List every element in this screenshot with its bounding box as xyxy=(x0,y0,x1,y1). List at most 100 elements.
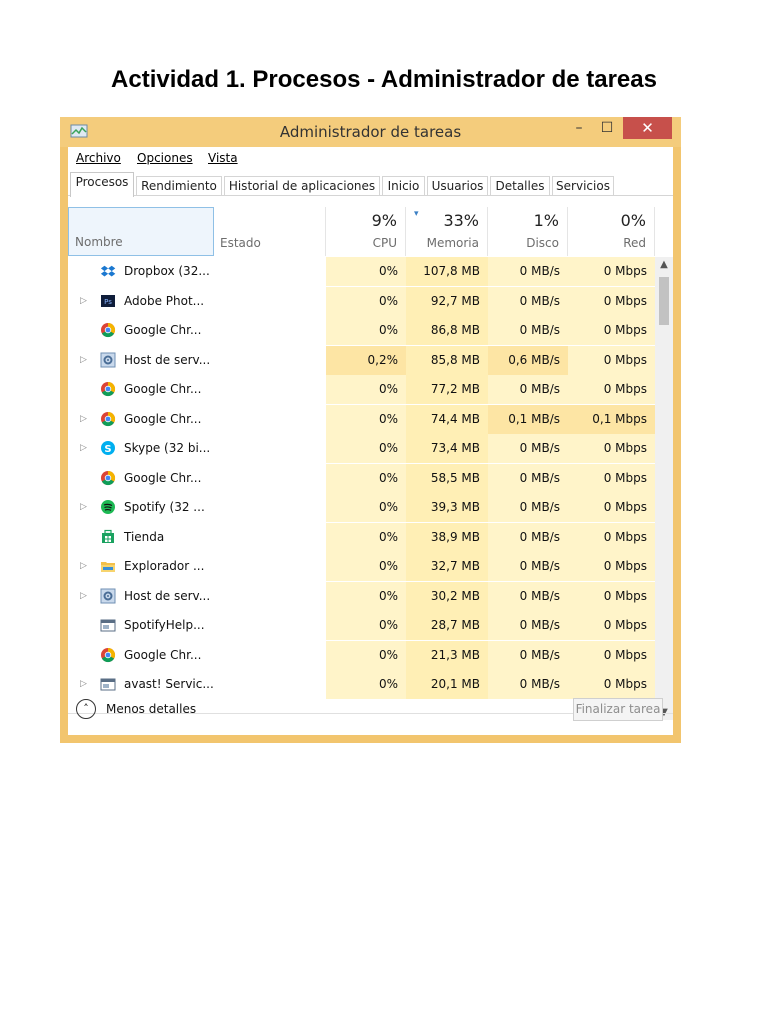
process-disk-value: 0 MB/s xyxy=(519,529,560,544)
vertical-scrollbar[interactable]: ▲ ▼ xyxy=(655,257,673,720)
process-row[interactable]: ▷ avast! Servic... 0% 20,1 MB 0 MB/s 0 Mbps xyxy=(68,670,658,699)
title-bar[interactable]: Administrador de tareas – ☐ ✕ xyxy=(60,117,681,147)
process-net-value: 0 Mbps xyxy=(603,293,647,308)
process-row[interactable]: ▷ Spotify (32 ... 0% 39,3 MB 0 MB/s 0 Mbps xyxy=(68,493,658,522)
process-row[interactable]: Google Chr... 0% 21,3 MB 0 MB/s 0 Mbps xyxy=(68,640,658,670)
column-header-name[interactable]: Nombre xyxy=(68,207,214,256)
process-row[interactable]: Google Chr... 0% 86,8 MB 0 MB/s 0 Mbps xyxy=(68,316,658,345)
process-cpu-value: 0% xyxy=(378,470,398,485)
spotify-icon xyxy=(100,499,116,515)
scroll-thumb[interactable] xyxy=(659,277,669,325)
store-icon xyxy=(100,529,116,545)
end-task-button[interactable]: Finalizar tarea xyxy=(573,698,663,721)
process-cpu-value: 0% xyxy=(378,441,398,455)
tab-usuarios[interactable]: Usuarios xyxy=(427,176,488,196)
menu-bar: Archivo Opciones Vista xyxy=(68,147,673,169)
expand-arrow-icon[interactable]: ▷ xyxy=(80,679,87,689)
process-row[interactable]: ▷ Google Chr... 0% 74,4 MB 0,1 MB/s 0,1 Mbps xyxy=(68,404,658,434)
disk-column-label: Disco xyxy=(526,236,559,250)
column-header-network[interactable]: 0% Red xyxy=(568,207,655,256)
maximize-button[interactable]: ☐ xyxy=(594,117,620,139)
expand-arrow-icon[interactable]: ▷ xyxy=(80,296,87,306)
process-row[interactable]: ▷ Host de serv... 0% 30,2 MB 0 MB/s 0 Mbps xyxy=(68,581,658,611)
process-mem-value: 39,3 MB xyxy=(430,500,480,514)
process-row[interactable]: ▷ Host de serv... 0,2% 85,8 MB 0,6 MB/s 0 Mbp… xyxy=(68,345,658,375)
process-name: Skype (32 bi... xyxy=(124,441,211,455)
photoshop-icon: Ps xyxy=(100,293,116,309)
disk-total-pct: 1% xyxy=(533,211,559,230)
process-name: Host de serv... xyxy=(124,588,211,603)
process-cpu-value: 0% xyxy=(378,382,398,396)
expand-arrow-icon[interactable]: ▷ xyxy=(80,591,87,601)
cpu-column-label: CPU xyxy=(372,236,397,250)
process-disk-value: 0 MB/s xyxy=(519,293,560,308)
expand-arrow-icon[interactable]: ▷ xyxy=(80,355,87,365)
column-header-memory[interactable]: ▾ 33% Memoria xyxy=(406,207,488,256)
process-name: Google Chr... xyxy=(124,647,202,662)
process-net-value: 0 Mbps xyxy=(603,588,647,603)
process-disk-value: 0 MB/s xyxy=(519,618,560,632)
process-mem-value: 77,2 MB xyxy=(430,382,480,396)
process-cpu-value: 0% xyxy=(378,293,398,308)
tab-rendimiento[interactable]: Rendimiento xyxy=(136,176,222,196)
task-manager-window: Administrador de tareas – ☐ ✕ Archivo Op… xyxy=(60,117,681,743)
name-column-label: Nombre xyxy=(75,235,123,249)
fewer-details-label: Menos detalles xyxy=(106,702,197,716)
app-window-icon xyxy=(100,676,116,692)
process-row[interactable]: Tienda 0% 38,9 MB 0 MB/s 0 Mbps xyxy=(68,522,658,552)
process-row[interactable]: Google Chr... 0% 77,2 MB 0 MB/s 0 Mbps xyxy=(68,375,658,404)
process-disk-value: 0 MB/s xyxy=(519,588,560,603)
status-column-label: Estado xyxy=(220,236,261,250)
menu-opciones[interactable]: Opciones xyxy=(137,151,193,165)
process-net-value: 0 Mbps xyxy=(603,529,647,544)
close-button[interactable]: ✕ xyxy=(623,117,672,139)
process-net-value: 0 Mbps xyxy=(603,647,647,662)
process-mem-value: 107,8 MB xyxy=(423,264,480,278)
process-name: Spotify (32 ... xyxy=(124,500,205,514)
tab-procesos[interactable]: Procesos xyxy=(70,172,134,197)
process-row[interactable]: ▷ Ps Adobe Phot... 0% 92,7 MB 0 MB/s 0 Mbps xyxy=(68,286,658,316)
process-mem-value: 58,5 MB xyxy=(430,470,480,485)
process-cpu-value: 0% xyxy=(378,323,398,337)
column-header-status[interactable]: Estado xyxy=(214,207,326,256)
minimize-button[interactable]: – xyxy=(566,117,592,139)
tab-servicios[interactable]: Servicios xyxy=(552,176,614,196)
process-net-value: 0 Mbps xyxy=(603,559,647,573)
column-header-cpu[interactable]: 9% CPU xyxy=(326,207,406,256)
expand-arrow-icon[interactable]: ▷ xyxy=(80,414,87,424)
process-row[interactable]: ▷ Explorador ... 0% 32,7 MB 0 MB/s 0 Mbps xyxy=(68,552,658,581)
process-disk-value: 0 MB/s xyxy=(519,647,560,662)
process-cpu-value: 0% xyxy=(378,529,398,544)
process-row[interactable]: Dropbox (32... 0% 107,8 MB 0 MB/s 0 Mbps xyxy=(68,257,658,286)
process-row[interactable]: SpotifyHelp... 0% 28,7 MB 0 MB/s 0 Mbps xyxy=(68,611,658,640)
process-mem-value: 32,7 MB xyxy=(430,559,480,573)
menu-vista[interactable]: Vista xyxy=(208,151,238,165)
process-net-value: 0 Mbps xyxy=(603,500,647,514)
process-row[interactable]: ▷ S Skype (32 bi... 0% 73,4 MB 0 MB/s 0 Mbps xyxy=(68,434,658,463)
process-name: Google Chr... xyxy=(124,470,202,485)
process-net-value: 0,1 Mbps xyxy=(592,411,647,426)
process-disk-value: 0 MB/s xyxy=(519,470,560,485)
process-mem-value: 20,1 MB xyxy=(430,677,480,691)
process-net-value: 0 Mbps xyxy=(603,264,647,278)
menu-archivo[interactable]: Archivo xyxy=(76,151,121,165)
process-net-value: 0 Mbps xyxy=(603,323,647,337)
tab-historial[interactable]: Historial de aplicaciones xyxy=(224,176,380,196)
process-cpu-value: 0% xyxy=(378,647,398,662)
process-row[interactable]: Google Chr... 0% 58,5 MB 0 MB/s 0 Mbps xyxy=(68,463,658,493)
column-header-disk[interactable]: 1% Disco xyxy=(488,207,568,256)
tab-detalles[interactable]: Detalles xyxy=(490,176,550,196)
expand-arrow-icon[interactable]: ▷ xyxy=(80,443,87,453)
expand-arrow-icon[interactable]: ▷ xyxy=(80,502,87,512)
process-mem-value: 92,7 MB xyxy=(430,293,480,308)
tab-inicio[interactable]: Inicio xyxy=(382,176,425,196)
process-mem-value: 85,8 MB xyxy=(430,352,480,367)
process-disk-value: 0,6 MB/s xyxy=(508,352,560,367)
app-window-icon xyxy=(100,617,116,633)
process-mem-value: 30,2 MB xyxy=(430,588,480,603)
process-name: Explorador ... xyxy=(124,559,205,573)
expand-arrow-icon[interactable]: ▷ xyxy=(80,561,87,571)
process-mem-value: 73,4 MB xyxy=(430,441,480,455)
scroll-up-arrow-icon[interactable]: ▲ xyxy=(655,259,673,270)
process-name: Host de serv... xyxy=(124,352,211,367)
